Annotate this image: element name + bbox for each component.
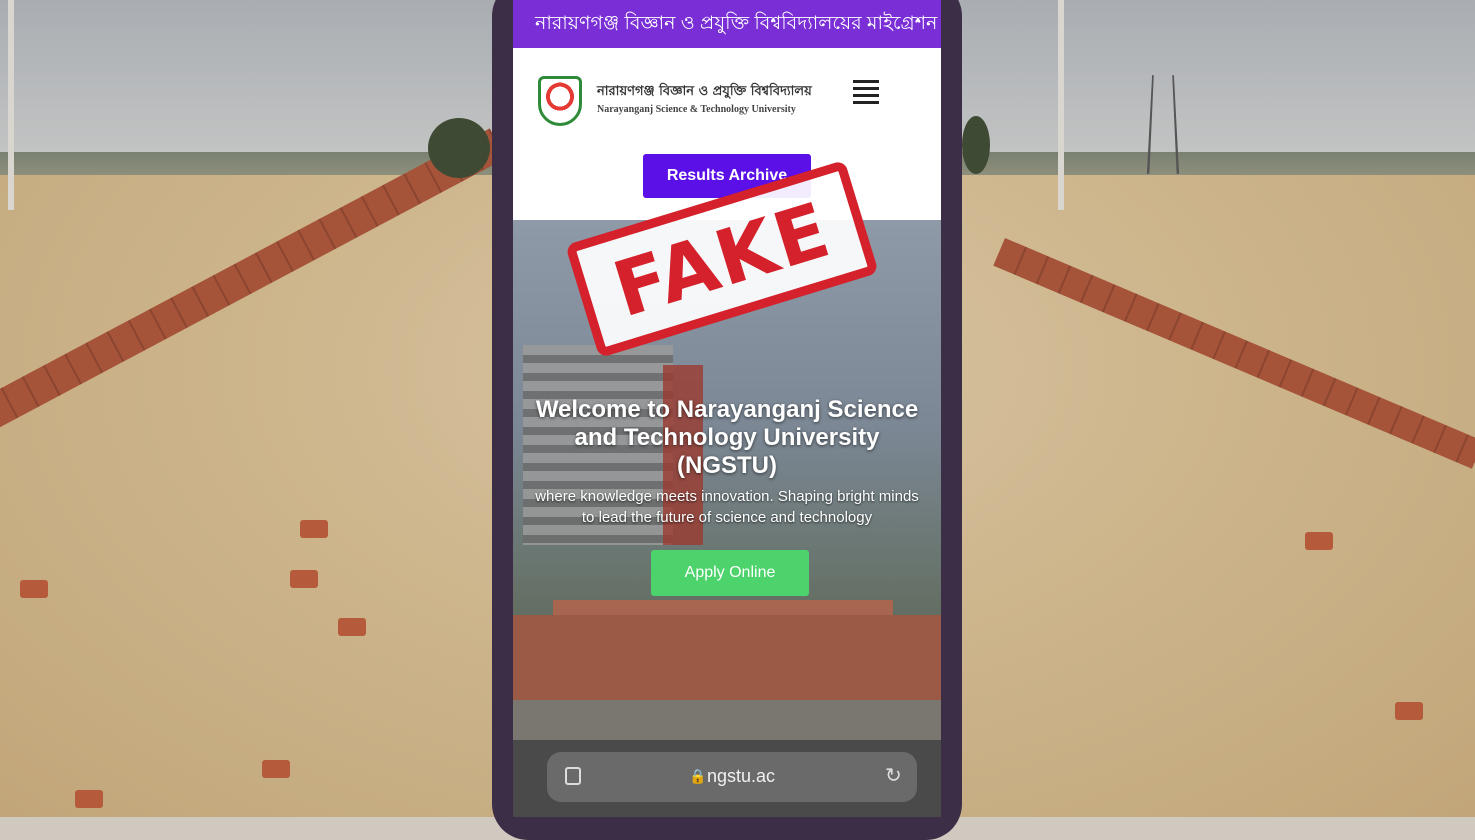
loose-brick (290, 570, 318, 588)
tabs-icon[interactable] (565, 767, 581, 785)
university-name-bangla: নারায়ণগঞ্জ বিজ্ঞান ও প্রযুক্তি বিশ্ববিদ… (597, 84, 812, 99)
menu-line (853, 87, 879, 90)
marquee-text: নারায়ণগঞ্জ বিজ্ঞান ও প্রযুক্তি বিশ্ববিদ… (535, 13, 941, 34)
address-bar[interactable]: 🔒 ngstu.ac ↻ (547, 752, 917, 802)
loose-brick (20, 580, 48, 598)
menu-line (853, 94, 879, 97)
utility-pole-left (8, 0, 14, 210)
notice-marquee[interactable]: নারায়ণগঞ্জ বিজ্ঞান ও প্রযুক্তি বিশ্ববিদ… (513, 0, 941, 48)
hero-title: Welcome to Narayanganj Science and Techn… (535, 396, 919, 479)
phone-screen: নারায়ণগঞ্জ বিজ্ঞান ও প্রযুক্তি বিশ্ববিদ… (513, 0, 941, 817)
browser-toolbar: 🔒 ngstu.ac ↻ (513, 740, 941, 817)
loose-brick (1395, 702, 1423, 720)
loose-brick (338, 618, 366, 636)
university-name-english: Narayanganj Science & Technology Univers… (597, 104, 796, 115)
url-text: ngstu.ac (707, 766, 776, 786)
hero-plaza-image (513, 615, 941, 700)
apply-online-button[interactable]: Apply Online (651, 550, 809, 596)
hero-subtitle: where knowledge meets innovation. Shapin… (535, 488, 919, 526)
university-crest-icon[interactable] (538, 76, 582, 126)
utility-pole-right (1058, 0, 1064, 210)
tree (962, 116, 990, 174)
menu-line (853, 101, 879, 104)
menu-line (853, 80, 879, 83)
loose-brick (75, 790, 103, 808)
reload-icon[interactable]: ↻ (885, 763, 902, 788)
lock-icon: 🔒 (689, 768, 707, 784)
hamburger-menu-icon[interactable] (853, 80, 879, 106)
loose-brick (1305, 532, 1333, 550)
tree (428, 118, 490, 178)
loose-brick (300, 520, 328, 538)
transmission-tower (1146, 75, 1180, 174)
site-header: নারায়ণগঞ্জ বিজ্ঞান ও প্রযুক্তি বিশ্ববিদ… (513, 48, 941, 142)
loose-brick (262, 760, 290, 778)
